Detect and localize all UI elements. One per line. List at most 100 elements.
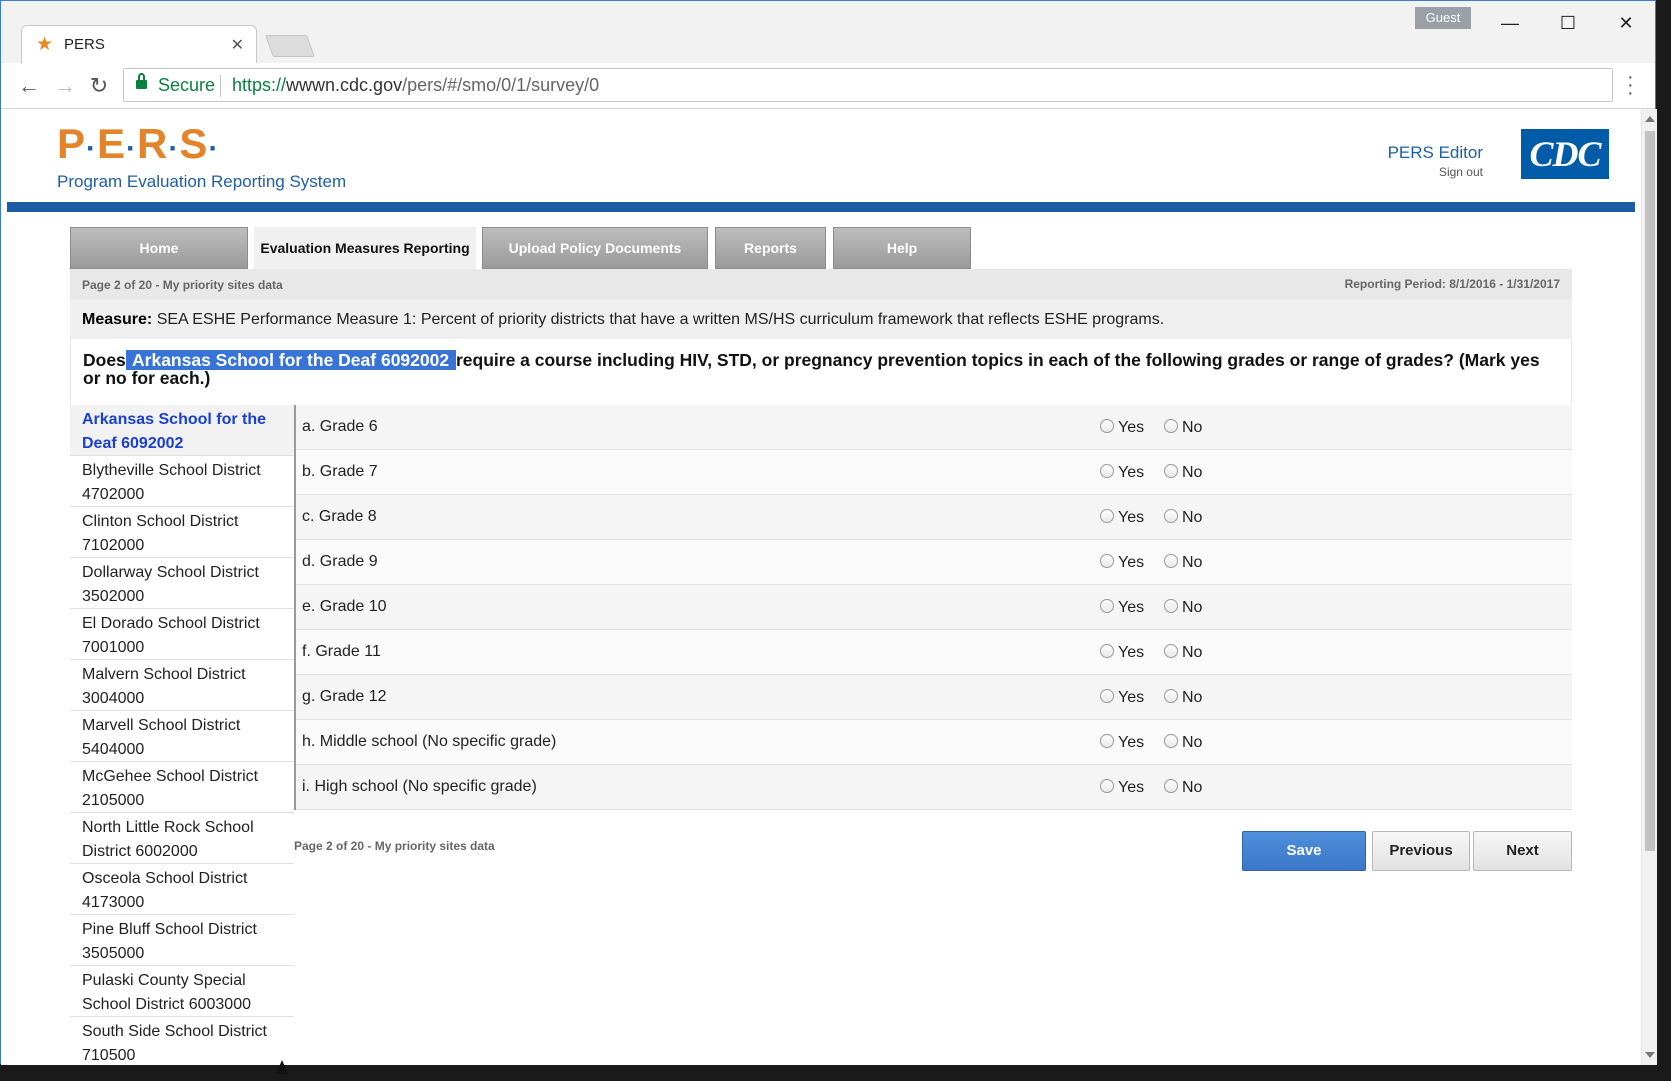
address-bar[interactable]: Secure https://wwwn.cdc.gov/pers/#/smo/0…: [123, 68, 1613, 102]
site-item[interactable]: El Dorado School District 7001000: [70, 609, 294, 660]
site-item[interactable]: Pine Bluff School District 3505000: [70, 915, 294, 966]
yes-radio[interactable]: [1100, 509, 1114, 523]
site-item[interactable]: Pulaski County Special School District 6…: [70, 966, 294, 1017]
previous-button[interactable]: Previous: [1372, 831, 1470, 871]
no-radio[interactable]: [1164, 509, 1178, 523]
browser-tab[interactable]: ★ PERS ✕: [21, 25, 257, 63]
no-radio[interactable]: [1164, 464, 1178, 478]
cdc-logo: CDC: [1521, 129, 1609, 179]
yes-label[interactable]: Yes: [1118, 554, 1144, 572]
measure-description: Measure: SEA ESHE Performance Measure 1:…: [70, 299, 1572, 339]
site-item[interactable]: Malvern School District 3004000: [70, 660, 294, 711]
tab-help[interactable]: Help: [833, 227, 971, 269]
yes-radio[interactable]: [1100, 734, 1114, 748]
close-window-icon[interactable]: ✕: [1611, 11, 1641, 35]
site-item[interactable]: Arkansas School for the Deaf 6092002: [70, 405, 294, 456]
grade-row: i. High school (No specific grade) Yes N…: [296, 765, 1572, 810]
yes-label[interactable]: Yes: [1118, 599, 1144, 617]
yes-radio[interactable]: [1100, 464, 1114, 478]
reload-icon[interactable]: ↻: [85, 72, 113, 100]
no-radio[interactable]: [1164, 689, 1178, 703]
no-label[interactable]: No: [1182, 734, 1202, 752]
no-radio[interactable]: [1164, 644, 1178, 658]
guest-profile-badge[interactable]: Guest: [1415, 7, 1471, 29]
yes-label[interactable]: Yes: [1118, 419, 1144, 437]
tab-title: PERS: [64, 36, 105, 53]
grade-row: d. Grade 9 Yes No: [296, 540, 1572, 585]
grade-label: g. Grade 12: [302, 688, 387, 705]
back-arrow-icon[interactable]: ←: [15, 72, 43, 100]
no-label[interactable]: No: [1182, 509, 1202, 527]
yes-radio[interactable]: [1100, 599, 1114, 613]
logo-letters: P·E·R·S·: [57, 120, 220, 167]
save-button[interactable]: Save: [1242, 831, 1366, 871]
yes-label[interactable]: Yes: [1118, 644, 1144, 662]
pers-logo[interactable]: P·E·R·S· Program Evaluation Reporting Sy…: [57, 123, 346, 192]
grade-label: i. High school (No specific grade): [302, 778, 537, 795]
yes-radio[interactable]: [1100, 554, 1114, 568]
site-item[interactable]: Osceola School District 4173000: [70, 864, 294, 915]
yes-label[interactable]: Yes: [1118, 689, 1144, 707]
no-label[interactable]: No: [1182, 779, 1202, 797]
site-item[interactable]: North Little Rock School District 600200…: [70, 813, 294, 864]
scroll-up-icon[interactable]: [1645, 116, 1655, 122]
site-item[interactable]: Dollarway School District 3502000: [70, 558, 294, 609]
page-indicator: Page 2 of 20 - My priority sites data: [82, 278, 283, 292]
site-item[interactable]: Clinton School District 7102000: [70, 507, 294, 558]
grade-label: a. Grade 6: [302, 418, 378, 435]
url-protocol: https://: [232, 75, 287, 95]
no-radio[interactable]: [1164, 554, 1178, 568]
site-item[interactable]: Blytheville School District 4702000: [70, 456, 294, 507]
no-radio[interactable]: [1164, 599, 1178, 613]
user-box: PERS Editor Sign out: [1331, 143, 1483, 179]
grade-row: b. Grade 7 Yes No: [296, 450, 1572, 495]
tab-home[interactable]: Home: [70, 227, 248, 269]
no-label[interactable]: No: [1182, 554, 1202, 572]
next-button[interactable]: Next: [1473, 831, 1572, 871]
yes-radio[interactable]: [1100, 644, 1114, 658]
no-label[interactable]: No: [1182, 599, 1202, 617]
tab-reports[interactable]: Reports: [715, 227, 826, 269]
yes-radio[interactable]: [1100, 689, 1114, 703]
minimize-icon[interactable]: —: [1495, 11, 1525, 35]
grade-label: c. Grade 8: [302, 508, 377, 525]
question-prefix: Does: [83, 350, 126, 370]
grade-label: f. Grade 11: [302, 643, 381, 660]
site-item[interactable]: Marvell School District 5404000: [70, 711, 294, 762]
forward-arrow-icon[interactable]: →: [51, 72, 79, 100]
scrollbar-thumb[interactable]: [1645, 131, 1655, 851]
yes-radio[interactable]: [1100, 779, 1114, 793]
site-item[interactable]: McGehee School District 2105000: [70, 762, 294, 813]
yes-label[interactable]: Yes: [1118, 509, 1144, 527]
address-divider: [220, 75, 221, 97]
site-item[interactable]: South Side School District 710500: [70, 1017, 294, 1065]
no-radio[interactable]: [1164, 419, 1178, 433]
no-label[interactable]: No: [1182, 689, 1202, 707]
grade-row: c. Grade 8 Yes No: [296, 495, 1572, 540]
browser-menu-icon[interactable]: · · ·: [1627, 67, 1634, 103]
no-label[interactable]: No: [1182, 419, 1202, 437]
new-tab-button[interactable]: [264, 35, 316, 57]
page-scrollbar[interactable]: [1641, 109, 1657, 1065]
grade-row: f. Grade 11 Yes No: [296, 630, 1572, 675]
yes-label[interactable]: Yes: [1118, 779, 1144, 797]
sign-out-link[interactable]: Sign out: [1331, 165, 1483, 179]
tab-evaluation-measures-reporting[interactable]: Evaluation Measures Reporting: [254, 227, 476, 271]
grade-label: d. Grade 9: [302, 553, 378, 570]
page-indicator-footer: Page 2 of 20 - My priority sites data: [294, 839, 495, 853]
tab-upload-policy-documents[interactable]: Upload Policy Documents: [482, 227, 708, 269]
grade-label: e. Grade 10: [302, 598, 387, 615]
no-radio[interactable]: [1164, 734, 1178, 748]
yes-label[interactable]: Yes: [1118, 464, 1144, 482]
yes-radio[interactable]: [1100, 419, 1114, 433]
no-label[interactable]: No: [1182, 464, 1202, 482]
scroll-down-icon[interactable]: [1645, 1052, 1655, 1058]
question-text: Does Arkansas School for the Deaf 609200…: [70, 339, 1572, 405]
url-path: /pers/#/smo/0/1/survey/0: [402, 75, 600, 95]
maximize-icon[interactable]: ☐: [1553, 11, 1583, 35]
tab-close-icon[interactable]: ✕: [231, 35, 244, 55]
no-radio[interactable]: [1164, 779, 1178, 793]
lock-icon: [136, 73, 147, 91]
yes-label[interactable]: Yes: [1118, 734, 1144, 752]
no-label[interactable]: No: [1182, 644, 1202, 662]
